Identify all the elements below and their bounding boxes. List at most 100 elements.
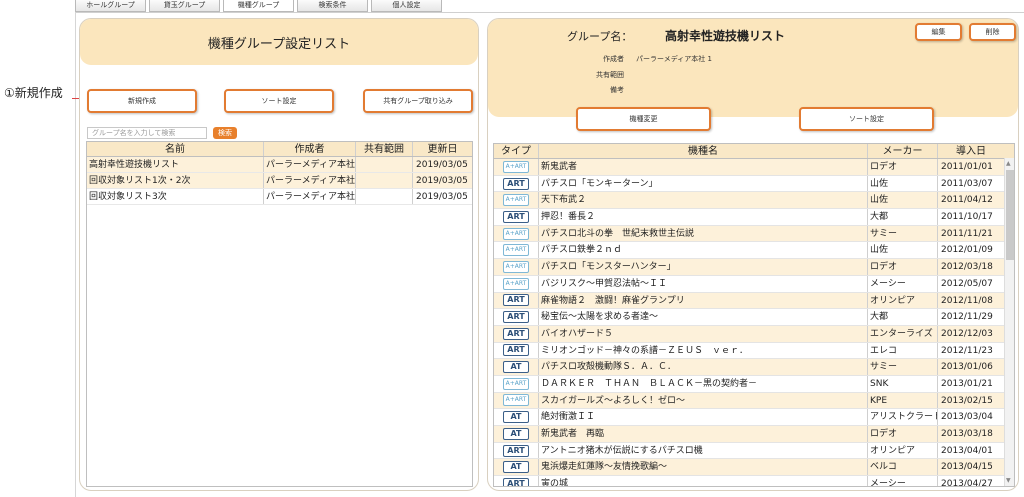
table-row[interactable]: 高射幸性遊技機リスト パーラーメディア本社 1 2019/03/05 <box>87 157 472 173</box>
group-search-input[interactable]: グループ名を入力して検索 <box>87 127 207 139</box>
table-row[interactable]: 回収対象リスト3次 パーラーメディア本社 1 2019/03/05 <box>87 189 472 205</box>
table-row[interactable]: ART 寅の城 メーシー 2013/04/27 <box>494 476 1014 486</box>
table-row[interactable]: ART パチスロ「モンキーターン」 山佐 2011/03/07 <box>494 175 1014 193</box>
scroll-up-arrow-icon[interactable]: ▲ <box>1006 160 1011 167</box>
type-badge: A+ART <box>503 260 529 273</box>
frame-divider <box>75 12 1024 13</box>
table-row[interactable]: AT 新鬼武者 再臨 ロデオ 2013/03/18 <box>494 426 1014 443</box>
column-header-name[interactable]: 名前 <box>87 142 264 156</box>
group-name-label: グループ名： <box>567 30 633 43</box>
edit-button[interactable]: 編集 <box>915 23 962 41</box>
cell-model-name: 鬼浜爆走紅蓮隊～友情挽歌編～ <box>539 459 868 476</box>
model-rows: A+ART 新鬼武者 ロデオ 2011/01/01 ART パチスロ「モンキーターン」 山佐… <box>494 159 1014 486</box>
table-row[interactable]: A+ART 天下布武２ 山佐 2011/04/12 <box>494 192 1014 210</box>
type-badge: ART <box>503 477 529 486</box>
search-button[interactable]: 検索 <box>213 127 237 139</box>
table-row[interactable]: A+ART パチスロ北斗の拳 世紀末救世主伝説 サミー 2011/11/21 <box>494 225 1014 243</box>
cell-model-name: スカイガールズ～よろしく！ゼロ～ <box>539 392 868 409</box>
type-badge: AT <box>503 461 529 474</box>
cell-intro-date: 2011/04/12 <box>941 195 993 206</box>
creator-label: 作成者 <box>603 55 624 63</box>
cell-type: A+ART <box>494 275 539 292</box>
change-model-button[interactable]: 機種変更 <box>576 107 711 131</box>
delete-button[interactable]: 削除 <box>969 23 1016 41</box>
cell-maker: オリンピア <box>868 442 938 459</box>
table-row[interactable]: A+ART パチスロ「モンスターハンター」 ロデオ 2012/03/18 <box>494 259 1014 276</box>
cell-maker: アリストクラートテ… <box>868 409 938 425</box>
cell-share <box>356 157 413 172</box>
column-header-maker[interactable]: メーカー <box>868 144 938 158</box>
cell-type: ART <box>494 442 539 459</box>
table-row[interactable]: A+ART パチスロ鉄拳２ｎｄ 山佐 2012/01/09 <box>494 242 1014 260</box>
column-header-type[interactable]: タイプ <box>494 144 539 158</box>
column-header-share[interactable]: 共有範囲 <box>356 142 413 156</box>
cell-intro-date: 2011/11/21 <box>941 228 993 239</box>
cell-type: A+ART <box>494 242 539 259</box>
frame-divider-left <box>75 12 76 497</box>
cell-intro-date: 2012/11/23 <box>941 345 993 356</box>
cell-author: パーラーメディア本社 1 <box>264 157 356 172</box>
cell-model-name: 押忍！番長２ <box>539 209 868 225</box>
table-row[interactable]: ART 秘宝伝～太陽を求める者達～ 大都 2012/11/29 <box>494 309 1014 326</box>
table-row[interactable]: ART 麻雀物語２ 激闘！麻雀グランプリ オリンピア 2012/11/08 <box>494 292 1014 310</box>
type-badge: A+ART <box>503 160 529 173</box>
table-row[interactable]: ART 押忍！番長２ 大都 2011/10/17 <box>494 209 1014 226</box>
tab-personal-settings[interactable]: 個人設定 <box>371 0 442 12</box>
cell-model-name: パチスロ北斗の拳 世紀末救世主伝説 <box>539 225 868 242</box>
cell-type: A+ART <box>494 375 539 392</box>
cell-intro-date: 2013/03/18 <box>941 429 993 439</box>
import-shared-group-button[interactable]: 共有グループ取り込み <box>363 89 473 113</box>
model-list-scrollbar[interactable]: ▲ ▼ <box>1004 158 1014 486</box>
type-badge: ART <box>503 294 529 307</box>
cell-author: パーラーメディア本社 1 <box>264 189 356 204</box>
type-badge: ART <box>503 311 529 324</box>
column-header-updated[interactable]: 更新日 <box>413 142 472 156</box>
table-row[interactable]: AT 絶対衝激ＩＩアリストクラートテ…2013/03/04 <box>494 409 1014 426</box>
scrollbar-thumb[interactable] <box>1006 170 1014 260</box>
table-row[interactable]: ART バイオハザード５ エンターライズ 2012/12/03 <box>494 325 1014 343</box>
cell-type: ART <box>494 309 539 325</box>
cell-date: 2019/03/05 <box>416 192 468 202</box>
remarks-label: 備考 <box>610 86 624 94</box>
tab-hall-group[interactable]: ホールグループ <box>75 0 146 12</box>
scroll-down-arrow-icon[interactable]: ▼ <box>1006 477 1011 484</box>
cell-model-name: ミリオンゴッド－神々の系譜－ＺＥＵＳ ｖｅｒ． <box>539 342 868 359</box>
model-sort-settings-button[interactable]: ソート設定 <box>799 107 934 131</box>
table-row[interactable]: A+ART バジリスク～甲賀忍法帖～ＩＩ メーシー 2012/05/07 <box>494 275 1014 293</box>
table-header: 名前 作成者 共有範囲 更新日 <box>87 142 472 157</box>
table-header: タイプ 機種名 メーカー 導入日 <box>494 144 1014 159</box>
cell-maker: SNK <box>868 375 938 392</box>
cell-maker: ロデオ <box>868 426 938 442</box>
type-badge: ART <box>503 177 529 190</box>
annotation-label: ①新規作成 <box>4 86 63 100</box>
table-row[interactable]: AT パチスロ攻殻機動隊Ｓ．Ａ．Ｃ． サミー 2013/01/06 <box>494 359 1014 376</box>
column-header-model[interactable]: 機種名 <box>539 144 868 158</box>
tab-search-condition[interactable]: 検索条件 <box>297 0 368 12</box>
cell-type: A+ART <box>494 392 539 409</box>
cell-type: ART <box>494 292 539 309</box>
tab-model-group[interactable]: 機種グループ <box>223 0 294 12</box>
sort-settings-button[interactable]: ソート設定 <box>224 89 334 113</box>
cell-share <box>356 173 413 188</box>
cell-model-name: バイオハザード５ <box>539 325 868 342</box>
table-row[interactable]: ART アントニオ猪木が伝説にするパチスロ機 オリンピア 2013/04/01 <box>494 442 1014 460</box>
cell-model-name: 新鬼武者 再臨 <box>539 426 868 442</box>
cell-intro-date: 2012/03/18 <box>941 262 993 273</box>
cell-maker: ロデオ <box>868 159 938 175</box>
column-header-author[interactable]: 作成者 <box>264 142 356 156</box>
cell-maker: エンターライズ <box>868 325 938 342</box>
new-group-button[interactable]: 新規作成 <box>87 89 197 113</box>
cell-model-name: 麻雀物語２ 激闘！麻雀グランプリ <box>539 292 868 309</box>
table-row[interactable]: 回収対象リスト1次・2次 パーラーメディア本社 1 2019/03/05 <box>87 173 472 189</box>
column-header-intro-date[interactable]: 導入日 <box>938 144 1004 158</box>
table-row[interactable]: A+ART 新鬼武者 ロデオ 2011/01/01 <box>494 159 1014 176</box>
cell-model-name: 新鬼武者 <box>539 159 868 175</box>
table-row[interactable]: AT 鬼浜爆走紅蓮隊～友情挽歌編～ ベルコ 2013/04/15 <box>494 459 1014 477</box>
type-badge: AT <box>503 411 529 424</box>
cell-name: 回収対象リスト1次・2次 <box>87 173 264 188</box>
table-row[interactable]: ART ミリオンゴッド－神々の系譜－ＺＥＵＳ ｖｅｒ． エレコ 2012/11/23 <box>494 342 1014 360</box>
cell-type: AT <box>494 459 539 476</box>
table-row[interactable]: A+ART ＤＡＲＫＥＲ ＴＨＡＮ ＢＬＡＣＫ－黒の契約者－ SNK 2013/01/… <box>494 375 1014 393</box>
tab-lending-group[interactable]: 貸玉グループ <box>149 0 220 12</box>
table-row[interactable]: A+ART スカイガールズ～よろしく！ゼロ～ KPE 2013/02/15 <box>494 392 1014 410</box>
